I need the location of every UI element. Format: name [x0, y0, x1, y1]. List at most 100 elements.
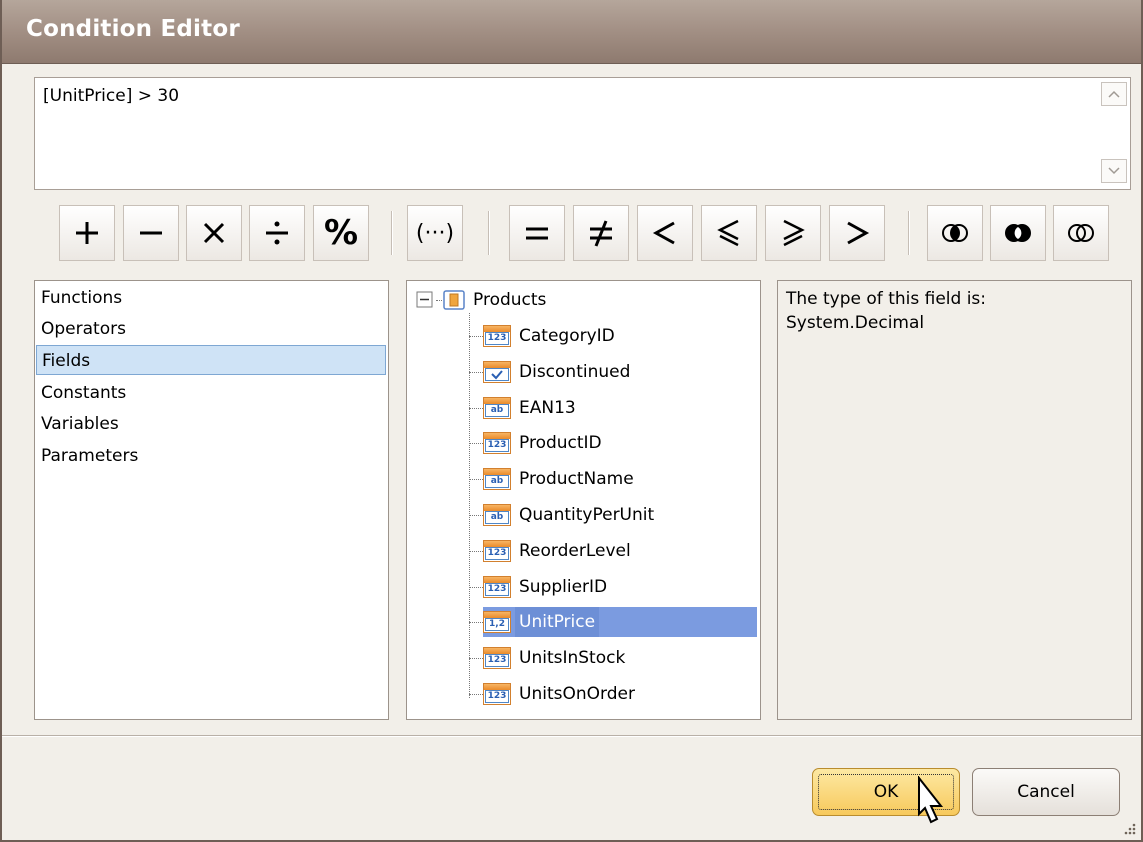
numeric-field-icon: 123 [483, 576, 511, 598]
and-button[interactable] [927, 205, 983, 261]
resize-grip-icon[interactable] [1121, 820, 1137, 836]
tree-field-label: EAN13 [519, 398, 576, 418]
tree-connector [469, 694, 483, 695]
numeric-field-icon: 123 [483, 325, 511, 347]
divide-button[interactable] [249, 205, 305, 261]
tree-connector [469, 622, 483, 623]
parentheses-label: (···) [415, 220, 455, 246]
tree-field-item[interactable]: 123 ProductID [483, 428, 606, 458]
less-or-equal-button[interactable] [701, 205, 757, 261]
less-or-equal-icon [717, 219, 739, 247]
tree-connector [469, 515, 483, 516]
tree-field-label: ProductName [519, 469, 634, 489]
numeric-field-icon: 123 [483, 432, 511, 454]
category-item-functions[interactable]: Functions [41, 283, 122, 313]
not-button[interactable] [1053, 205, 1109, 261]
parentheses-button[interactable]: (···) [407, 205, 463, 261]
tree-field-label: Discontinued [519, 362, 631, 382]
tree-field-item[interactable]: ab ProductName [483, 464, 638, 494]
tree-root-products[interactable]: Products [415, 285, 550, 315]
tree-field-item[interactable]: Discontinued [483, 357, 634, 387]
less-icon [652, 221, 675, 245]
tree-field-label: UnitsOnOrder [519, 684, 635, 704]
description-panel: The type of this field is: System.Decima… [777, 280, 1132, 720]
expression-text[interactable]: [UnitPrice] > 30 [43, 86, 179, 106]
tree-field-item[interactable]: 123 UnitsOnOrder [483, 679, 639, 709]
dialog-title: Condition Editor [26, 16, 240, 42]
title-bar[interactable]: Condition Editor [2, 0, 1141, 64]
string-field-icon: ab [483, 468, 511, 490]
expression-editor[interactable]: [UnitPrice] > 30 [34, 77, 1131, 190]
not-equal-icon [590, 220, 612, 247]
tree-field-item[interactable]: ab EAN13 [483, 393, 580, 423]
greater-or-equal-icon [783, 219, 805, 247]
equal-button[interactable] [509, 205, 565, 261]
chevron-up-icon [1108, 90, 1120, 98]
tree-field-item[interactable]: 123 UnitsInStock [483, 643, 629, 673]
mouse-pointer-icon [918, 776, 944, 824]
fields-tree[interactable]: Products 123 CategoryID Discontinued ab EAN1… [406, 280, 761, 720]
tree-field-label: ReorderLevel [519, 541, 631, 561]
string-field-icon: ab [483, 504, 511, 526]
toolbar-separator [488, 211, 490, 255]
tree-field-label: UnitPrice [515, 607, 600, 637]
description-line-1: The type of this field is: [786, 289, 987, 309]
scroll-down-button[interactable] [1101, 159, 1127, 183]
tree-connector [469, 313, 470, 698]
cancel-label: Cancel [1017, 782, 1075, 802]
string-field-icon: ab [483, 397, 511, 419]
not-icon [1068, 224, 1094, 242]
expression-scrollbar[interactable] [1099, 79, 1129, 188]
tree-field-item[interactable]: 123 CategoryID [483, 321, 619, 351]
numeric-field-icon: 123 [483, 683, 511, 705]
tree-field-label: SupplierID [519, 577, 608, 597]
category-item-variables[interactable]: Variables [41, 409, 119, 439]
tree-field-item[interactable]: 123 SupplierID [483, 572, 611, 602]
numeric-field-icon: 1,2 [483, 611, 511, 633]
multiply-icon [203, 222, 225, 244]
modulo-button[interactable]: % [313, 205, 369, 261]
tree-connector [469, 408, 483, 409]
tree-connector [469, 479, 483, 480]
description-line-2: System.Decimal [786, 313, 925, 333]
less-button[interactable] [637, 205, 693, 261]
collapse-icon[interactable] [415, 290, 435, 310]
condition-editor-dialog: Condition Editor [UnitPrice] > 30 % (···… [0, 0, 1143, 842]
tree-field-label: CategoryID [519, 326, 615, 346]
category-item-parameters[interactable]: Parameters [41, 441, 138, 471]
tree-connector [469, 336, 483, 337]
multiply-button[interactable] [186, 205, 242, 261]
operator-toolbar: % (···) [2, 205, 1143, 265]
and-icon [942, 224, 968, 242]
tree-connector [469, 587, 483, 588]
divide-icon [266, 221, 288, 245]
tree-field-label: UnitsInStock [519, 648, 626, 668]
minus-icon [140, 231, 162, 235]
category-item-constants[interactable]: Constants [41, 378, 126, 408]
not-equal-button[interactable] [573, 205, 629, 261]
numeric-field-icon: 123 [483, 647, 511, 669]
greater-or-equal-button[interactable] [765, 205, 821, 261]
tree-field-item[interactable]: 123 ReorderLevel [483, 536, 635, 566]
greater-button[interactable] [829, 205, 885, 261]
tree-root-label: Products [473, 290, 547, 310]
tree-connector [436, 299, 442, 301]
tree-field-label: ProductID [519, 433, 602, 453]
table-icon [443, 290, 465, 310]
modulo-label: % [323, 213, 359, 253]
toolbar-separator [908, 211, 910, 255]
minus-button[interactable] [123, 205, 179, 261]
tree-connector [469, 372, 483, 373]
numeric-field-icon: 123 [483, 540, 511, 562]
or-button[interactable] [990, 205, 1046, 261]
equal-icon [526, 227, 548, 240]
scroll-up-button[interactable] [1101, 82, 1127, 106]
tree-field-item[interactable]: 1,2 UnitPrice [483, 607, 757, 637]
category-item-fields[interactable]: Fields [36, 345, 386, 375]
category-item-operators[interactable]: Operators [41, 314, 126, 344]
toolbar-separator [391, 211, 393, 255]
category-list[interactable]: Functions Operators Fields Constants Var… [34, 280, 389, 720]
plus-button[interactable] [59, 205, 115, 261]
tree-field-item[interactable]: ab QuantityPerUnit [483, 500, 658, 530]
cancel-button[interactable]: Cancel [972, 768, 1120, 816]
